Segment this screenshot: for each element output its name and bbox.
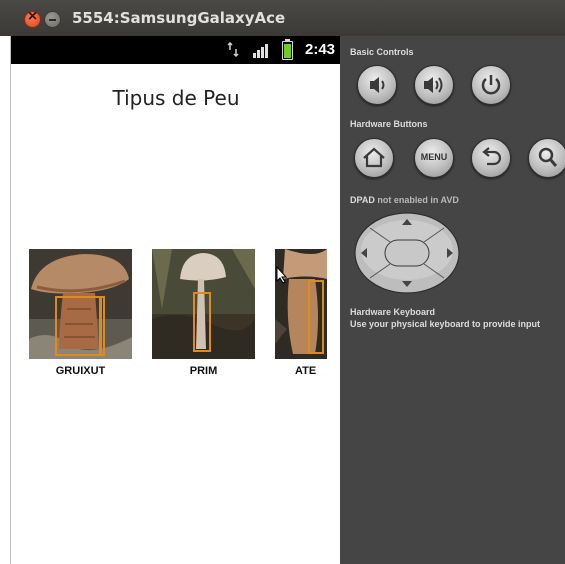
back-button[interactable] [471, 138, 511, 178]
power-icon [481, 75, 501, 95]
menu-button[interactable]: MENU [414, 138, 454, 178]
hardware-buttons-label: Hardware Buttons [350, 119, 428, 129]
dpad-label: DPAD [350, 195, 375, 205]
status-bar: 2:43 [11, 36, 341, 64]
emulator-control-panel: Basic Controls Hardware Buttons MENU DPA… [340, 36, 565, 564]
basic-controls-label: Basic Controls [350, 47, 414, 57]
volume-down-icon [370, 77, 385, 93]
status-time: 2:43 [305, 41, 336, 58]
dpad-note: not enabled in AVD [374, 195, 459, 205]
home-icon [363, 147, 385, 168]
page-title: Tipus de Peu [112, 86, 240, 110]
mouse-cursor-icon [276, 266, 288, 284]
option-gruixut-label: GRUIXUT [55, 365, 106, 377]
minimize-window-button[interactable] [44, 11, 61, 28]
option-gruixut-image[interactable] [29, 249, 132, 359]
dpad-control[interactable] [354, 212, 460, 294]
hardware-keyboard-label: Hardware Keyboard [350, 307, 436, 317]
hardware-keyboard-note: Use your physical keyboard to provide in… [350, 319, 541, 329]
back-icon [482, 147, 502, 166]
search-button[interactable] [528, 138, 565, 178]
data-transfer-icon [227, 42, 239, 58]
volume-up-button[interactable] [414, 65, 454, 105]
option-prim-label: PRIM [189, 365, 218, 377]
window-title-bar: 5554:SamsungGalaxyAce [0, 0, 565, 36]
home-button[interactable] [354, 138, 394, 178]
option-ate-label: ATE [295, 365, 317, 377]
hardware-keyboard-info: Hardware Keyboard Use your physical keyb… [350, 306, 540, 330]
battery-icon [282, 39, 293, 60]
close-window-button[interactable] [24, 8, 41, 28]
volume-down-button[interactable] [357, 65, 397, 105]
search-icon [538, 147, 558, 167]
volume-up-icon [424, 77, 443, 93]
window-title: 5554:SamsungGalaxyAce [72, 9, 286, 27]
option-prim-image[interactable] [152, 249, 255, 359]
phone-screen: 2:43 Tipus de Peu GRUIXUT PRIM ATE [10, 36, 341, 564]
power-button[interactable] [471, 65, 511, 105]
menu-label: MENU [420, 152, 448, 162]
dpad-status-label: DPAD not enabled in AVD [350, 195, 459, 205]
